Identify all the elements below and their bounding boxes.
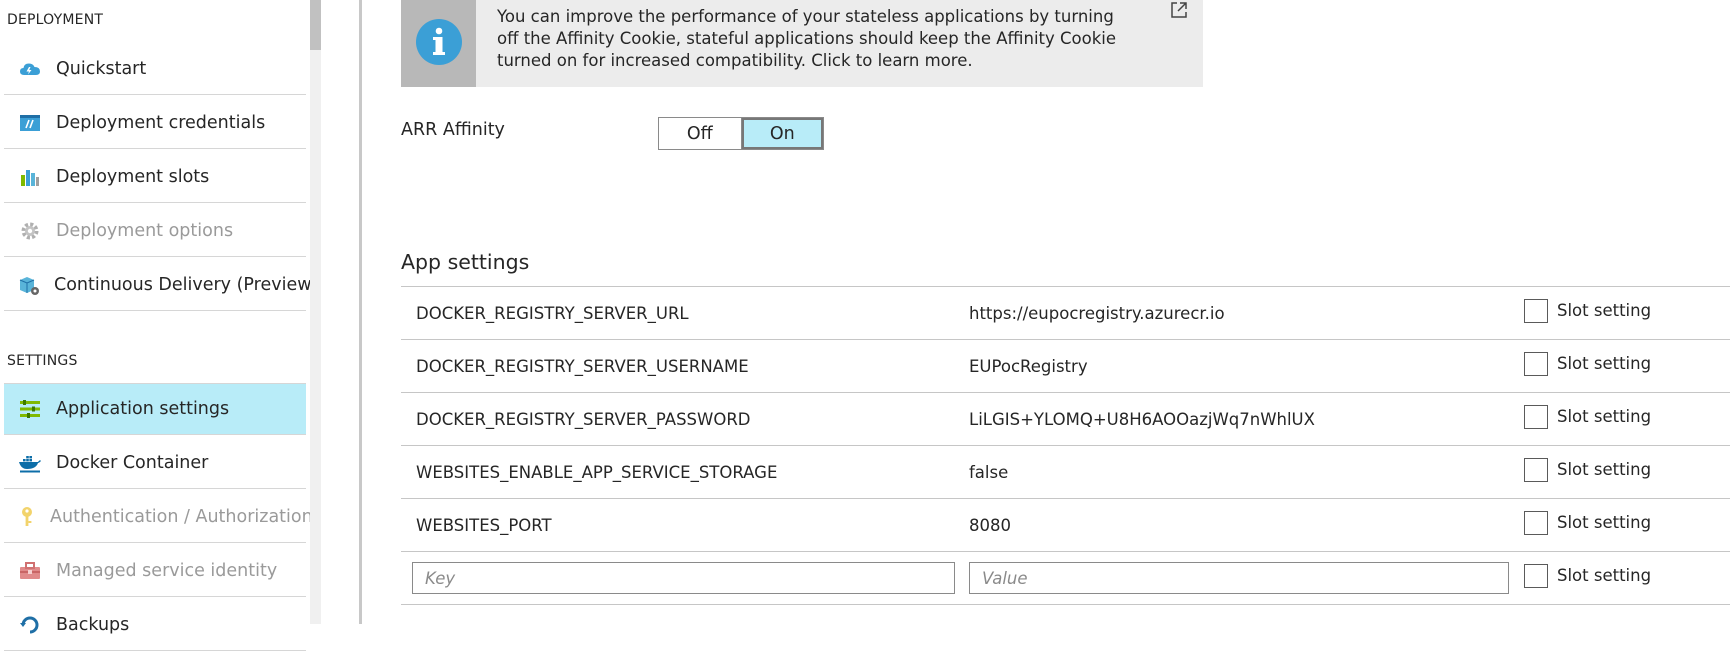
slot-setting-label: Slot setting xyxy=(1557,354,1652,373)
menu-item-managed-service-identity[interactable]: Managed service identity xyxy=(4,545,306,597)
arr-affinity-label: ARR Affinity xyxy=(401,120,505,140)
info-icon-box xyxy=(401,0,476,87)
menu-item-label: Authentication / Authorization xyxy=(50,506,313,527)
menu-item-label: Quickstart xyxy=(56,58,147,79)
menu-item-deployment-credentials[interactable]: Deployment credentials xyxy=(4,97,306,149)
blade-divider xyxy=(359,0,362,624)
table-row: DOCKER_REGISTRY_SERVER_URL https://eupoc… xyxy=(401,287,1730,340)
arr-affinity-on-option[interactable]: On xyxy=(741,118,823,149)
menu-item-continuous-delivery[interactable]: Continuous Delivery (Preview) xyxy=(4,259,318,311)
slot-setting-label: Slot setting xyxy=(1557,513,1652,532)
banner-text: You can improve the performance of your … xyxy=(497,7,1117,70)
slots-icon xyxy=(18,165,42,189)
menu-item-label: Backups xyxy=(56,614,130,635)
backup-icon xyxy=(18,613,42,637)
setting-key[interactable]: WEBSITES_ENABLE_APP_SERVICE_STORAGE xyxy=(416,463,777,482)
app-settings-table: DOCKER_REGISTRY_SERVER_URL https://eupoc… xyxy=(401,286,1730,605)
toolbox-icon xyxy=(18,559,42,583)
setting-key[interactable]: DOCKER_REGISTRY_SERVER_URL xyxy=(416,304,689,323)
setting-value[interactable]: false xyxy=(969,463,1008,482)
slot-setting-checkbox[interactable] xyxy=(1524,564,1548,588)
setting-key[interactable]: DOCKER_REGISTRY_SERVER_USERNAME xyxy=(416,357,749,376)
new-key-input[interactable] xyxy=(412,562,955,594)
cloud-lightning-icon xyxy=(18,57,42,81)
slot-setting-checkbox[interactable] xyxy=(1524,458,1548,482)
new-setting-row: Slot setting xyxy=(401,552,1730,605)
menu-item-docker-container[interactable]: Docker Container xyxy=(4,437,306,489)
slot-setting-checkbox[interactable] xyxy=(1524,299,1548,323)
section-header-settings: SETTINGS xyxy=(7,353,78,369)
menu-item-label: Continuous Delivery (Preview) xyxy=(54,274,319,295)
menu-item-deployment-options[interactable]: Deployment options xyxy=(4,205,306,257)
delivery-box-icon xyxy=(18,273,40,297)
resource-menu: DEPLOYMENT Quickstart Deployment credent… xyxy=(0,0,318,651)
menu-item-label: Docker Container xyxy=(56,452,209,473)
affinity-info-banner[interactable]: You can improve the performance of your … xyxy=(401,0,1203,87)
slot-setting-label: Slot setting xyxy=(1557,407,1652,426)
key-icon xyxy=(18,505,36,529)
menu-item-label: Managed service identity xyxy=(56,560,278,581)
table-row: WEBSITES_PORT 8080 Slot setting xyxy=(401,499,1730,552)
slot-setting-checkbox[interactable] xyxy=(1524,405,1548,429)
setting-value[interactable]: LiLGIS+YLOMQ+U8H6AOOazjWq7nWhlUX xyxy=(969,410,1315,429)
arr-affinity-toggle[interactable]: Off On xyxy=(658,117,824,150)
docker-icon xyxy=(18,451,42,475)
section-header-deployment: DEPLOYMENT xyxy=(7,12,104,28)
setting-value[interactable]: 8080 xyxy=(969,516,1011,535)
menu-item-label: Deployment slots xyxy=(56,166,210,187)
setting-value[interactable]: EUPocRegistry xyxy=(969,357,1088,376)
menu-item-deployment-slots[interactable]: Deployment slots xyxy=(4,151,306,203)
sidebar-scrollbar-thumb[interactable] xyxy=(310,0,321,50)
menu-item-authentication[interactable]: Authentication / Authorization xyxy=(4,491,313,543)
table-row: DOCKER_REGISTRY_SERVER_PASSWORD LiLGIS+Y… xyxy=(401,393,1730,446)
setting-key[interactable]: WEBSITES_PORT xyxy=(416,516,552,535)
menu-item-backups[interactable]: Backups xyxy=(4,599,306,651)
gear-icon xyxy=(18,219,42,243)
menu-item-quickstart[interactable]: Quickstart xyxy=(4,43,306,95)
credentials-icon xyxy=(18,111,42,135)
menu-item-label: Deployment options xyxy=(56,220,234,241)
new-value-input[interactable] xyxy=(969,562,1509,594)
setting-key[interactable]: DOCKER_REGISTRY_SERVER_PASSWORD xyxy=(416,410,751,429)
menu-item-label: Deployment credentials xyxy=(56,112,266,133)
slot-setting-label: Slot setting xyxy=(1557,301,1652,320)
menu-item-application-settings[interactable]: Application settings xyxy=(4,383,306,435)
sidebar-scrollbar[interactable] xyxy=(310,0,321,624)
table-row: DOCKER_REGISTRY_SERVER_USERNAME EUPocReg… xyxy=(401,340,1730,393)
slot-setting-checkbox[interactable] xyxy=(1524,511,1548,535)
setting-value[interactable]: https://eupocregistry.azurecr.io xyxy=(969,304,1225,323)
sliders-icon xyxy=(18,397,42,421)
external-link-icon[interactable] xyxy=(1169,0,1189,24)
slot-setting-checkbox[interactable] xyxy=(1524,352,1548,376)
slot-setting-label: Slot setting xyxy=(1557,460,1652,479)
app-settings-title: App settings xyxy=(401,250,530,274)
table-row: WEBSITES_ENABLE_APP_SERVICE_STORAGE fals… xyxy=(401,446,1730,499)
arr-affinity-off-option[interactable]: Off xyxy=(659,118,742,149)
menu-item-label: Application settings xyxy=(56,399,230,419)
info-icon xyxy=(415,18,463,70)
slot-setting-label: Slot setting xyxy=(1557,566,1652,585)
